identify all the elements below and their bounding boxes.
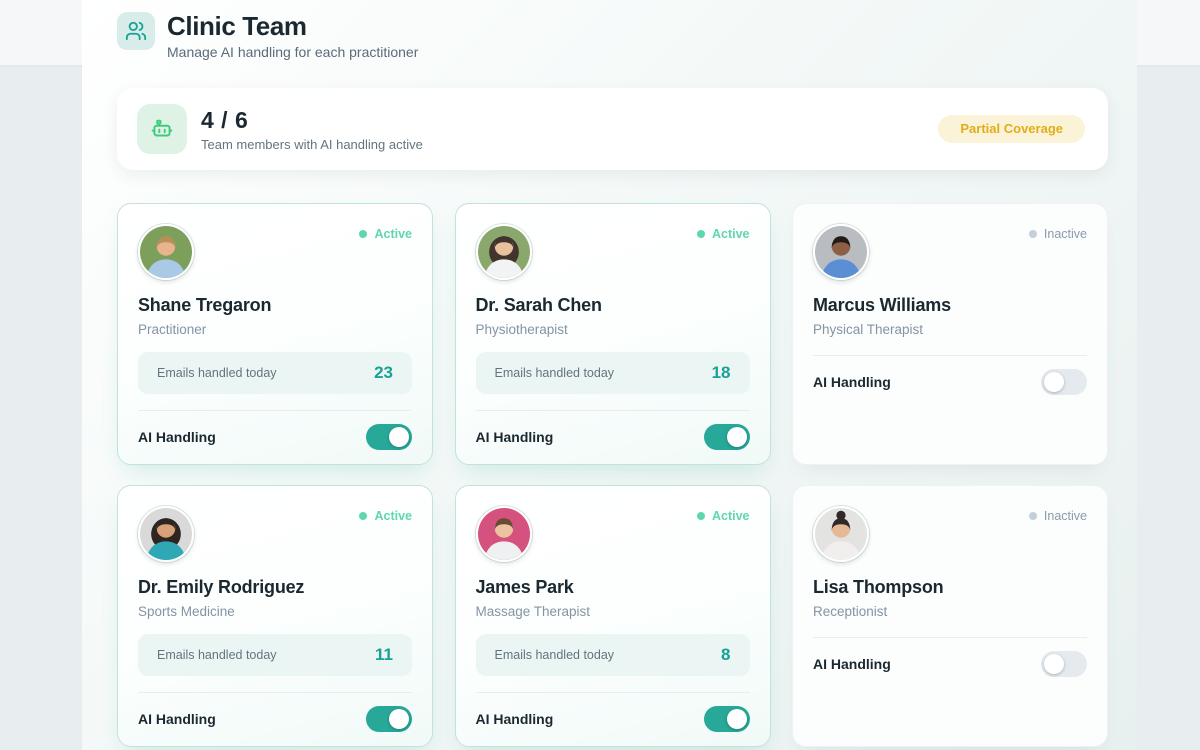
team-member-card: Active Dr. Emily Rodriguez Sports Medici… [117,485,433,747]
avatar [813,224,869,280]
coverage-summary-card: 4 / 6 Team members with AI handling acti… [117,88,1108,170]
ai-handling-label: AI Handling [138,429,216,445]
member-name: Dr. Sarah Chen [476,295,750,316]
emails-stat-label: Emails handled today [495,366,615,380]
status-badge: Inactive [1029,227,1087,241]
emails-stat: Emails handled today 11 [138,634,412,676]
emails-stat-label: Emails handled today [157,366,277,380]
member-name: James Park [476,577,750,598]
divider [138,692,412,693]
member-name: Lisa Thompson [813,577,1087,598]
status-label: Inactive [1044,227,1087,241]
member-name: Shane Tregaron [138,295,412,316]
emails-stat-label: Emails handled today [157,648,277,662]
emails-stat-value: 11 [375,645,393,665]
emails-stat-value: 8 [721,645,730,665]
divider [813,355,1087,356]
ai-handling-toggle[interactable] [366,706,412,732]
team-member-card: Active Shane Tregaron Practitioner Email… [117,203,433,465]
users-icon [117,12,155,50]
toggle-knob [1044,654,1064,674]
divider [813,637,1087,638]
member-name: Dr. Emily Rodriguez [138,577,412,598]
status-label: Active [712,509,750,523]
status-label: Active [374,509,412,523]
member-name: Marcus Williams [813,295,1087,316]
status-dot-icon [359,512,367,520]
status-dot-icon [1029,512,1037,520]
ai-handling-label: AI Handling [476,711,554,727]
status-label: Active [712,227,750,241]
ai-handling-label: AI Handling [813,374,891,390]
ai-handling-label: AI Handling [476,429,554,445]
status-badge: Inactive [1029,509,1087,523]
member-role: Sports Medicine [138,604,412,619]
status-badge: Active [697,227,750,241]
toggle-knob [389,427,409,447]
team-member-card: Inactive Marcus Williams Physical Therap… [792,203,1108,465]
team-grid: Active Shane Tregaron Practitioner Email… [117,203,1108,747]
divider [138,410,412,411]
status-dot-icon [697,230,705,238]
member-role: Physical Therapist [813,322,1087,337]
status-badge: Active [359,509,412,523]
status-badge: Active [697,509,750,523]
status-dot-icon [1029,230,1037,238]
status-dot-icon [697,512,705,520]
ai-handling-toggle[interactable] [1041,369,1087,395]
page-header: Clinic Team Manage AI handling for each … [117,12,418,60]
ai-handling-label: AI Handling [813,656,891,672]
ai-handling-toggle[interactable] [704,706,750,732]
emails-stat: Emails handled today 23 [138,352,412,394]
divider [476,410,750,411]
toggle-knob [727,709,747,729]
avatar [138,506,194,562]
toggle-knob [727,427,747,447]
status-dot-icon [359,230,367,238]
emails-stat-label: Emails handled today [495,648,615,662]
member-role: Receptionist [813,604,1087,619]
emails-stat-value: 18 [712,363,731,383]
coverage-status-badge: Partial Coverage [938,115,1085,143]
member-role: Physiotherapist [476,322,750,337]
active-count: 4 / 6 [201,107,938,134]
ai-handling-toggle[interactable] [1041,651,1087,677]
status-label: Active [374,227,412,241]
divider [476,692,750,693]
emails-stat-value: 23 [374,363,393,383]
member-role: Practitioner [138,322,412,337]
ai-handling-label: AI Handling [138,711,216,727]
avatar [138,224,194,280]
ai-handling-toggle[interactable] [704,424,750,450]
team-member-card: Active Dr. Sarah Chen Physiotherapist Em… [455,203,771,465]
emails-stat: Emails handled today 18 [476,352,750,394]
team-member-card: Active James Park Massage Therapist Emai… [455,485,771,747]
active-count-label: Team members with AI handling active [201,137,938,152]
team-member-card: Inactive Lisa Thompson Receptionist AI H… [792,485,1108,747]
toggle-knob [389,709,409,729]
page-subtitle: Manage AI handling for each practitioner [167,44,418,60]
page-title: Clinic Team [167,12,418,41]
status-label: Inactive [1044,509,1087,523]
ai-handling-toggle[interactable] [366,424,412,450]
avatar [476,506,532,562]
robot-icon [137,104,187,154]
avatar [476,224,532,280]
status-badge: Active [359,227,412,241]
emails-stat: Emails handled today 8 [476,634,750,676]
main-container: Clinic Team Manage AI handling for each … [82,0,1137,750]
member-role: Massage Therapist [476,604,750,619]
toggle-knob [1044,372,1064,392]
avatar [813,506,869,562]
